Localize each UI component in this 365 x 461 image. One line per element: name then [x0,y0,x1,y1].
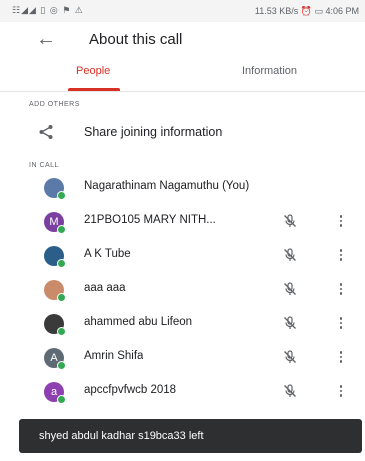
avatar [44,246,66,268]
avatar: A [44,348,66,370]
share-icon [39,125,53,139]
mic-off-icon[interactable] [282,349,298,370]
online-indicator [57,259,66,268]
tab-bar: People Information [0,58,365,92]
more-options-icon[interactable] [337,281,345,299]
mic-off-icon[interactable] [282,247,298,268]
avatar: M [44,212,66,234]
more-options-icon[interactable] [337,213,345,231]
online-indicator [57,225,66,234]
more-options-icon[interactable] [337,349,345,367]
online-indicator [57,327,66,336]
share-joining-info-label: Share joining information [84,125,223,139]
participant-row[interactable]: Nagarathinam Nagamuthu (You) [0,171,365,205]
active-tab-indicator [68,88,120,91]
status-bar: ☷◢◢ ▯ ◎ ⚑ ⚠ 11.53 KB/s ⏰ ▭ 4:06 PM [0,0,365,22]
section-label-in-call: IN CALL [29,162,59,169]
more-options-icon[interactable] [337,383,345,401]
more-options-icon[interactable] [337,315,345,333]
participant-name: aaa aaa [84,282,126,294]
share-joining-info-row[interactable]: Share joining information [0,117,365,147]
avatar [44,314,66,336]
more-options-icon[interactable] [337,247,345,265]
participant-name: Nagarathinam Nagamuthu (You) [84,180,250,192]
app-bar: ← About this call [0,22,365,58]
participant-name: apccfpvfwcb 2018 [84,384,177,396]
online-indicator [57,361,66,370]
section-label-add-others: ADD OTHERS [29,101,80,108]
avatar-letter: a [50,386,58,398]
status-icons: ☷◢◢ ▯ ◎ ⚑ ⚠ [12,5,84,15]
avatar [44,178,66,200]
arrow-left-icon[interactable]: ← [36,28,56,51]
online-indicator [57,395,66,404]
tab-information[interactable]: Information [242,65,297,77]
online-indicator [57,293,66,302]
participant-name: Amrin Shifa [84,350,144,362]
tab-people[interactable]: People [76,65,110,77]
mic-off-icon[interactable] [282,383,298,404]
avatar-letter: A [50,352,58,364]
page-title: About this call [89,31,183,48]
mic-off-icon[interactable] [282,213,298,234]
avatar: a [44,382,66,404]
participant-row[interactable]: A K Tube [0,239,365,273]
snackbar-toast: shyed abdul kadhar s19bca33 left [19,419,362,453]
mic-off-icon[interactable] [282,281,298,302]
participant-row[interactable]: A Amrin Shifa [0,341,365,375]
participant-row[interactable]: a apccfpvfwcb 2018 [0,375,365,409]
participant-name: A K Tube [84,248,131,260]
participant-row[interactable]: aaa aaa [0,273,365,307]
participant-row[interactable]: M 21PBO105 MARY NITH... [0,205,365,239]
participant-name: 21PBO105 MARY NITH... [84,214,216,226]
participant-name: ahammed abu Lifeon [84,316,193,328]
toast-message: shyed abdul kadhar s19bca33 left [39,430,204,442]
online-indicator [57,191,66,200]
participant-row[interactable]: ahammed abu Lifeon [0,307,365,341]
mic-off-icon[interactable] [282,315,298,336]
status-info: 11.53 KB/s ⏰ ▭ 4:06 PM [254,6,359,16]
avatar [44,280,66,302]
